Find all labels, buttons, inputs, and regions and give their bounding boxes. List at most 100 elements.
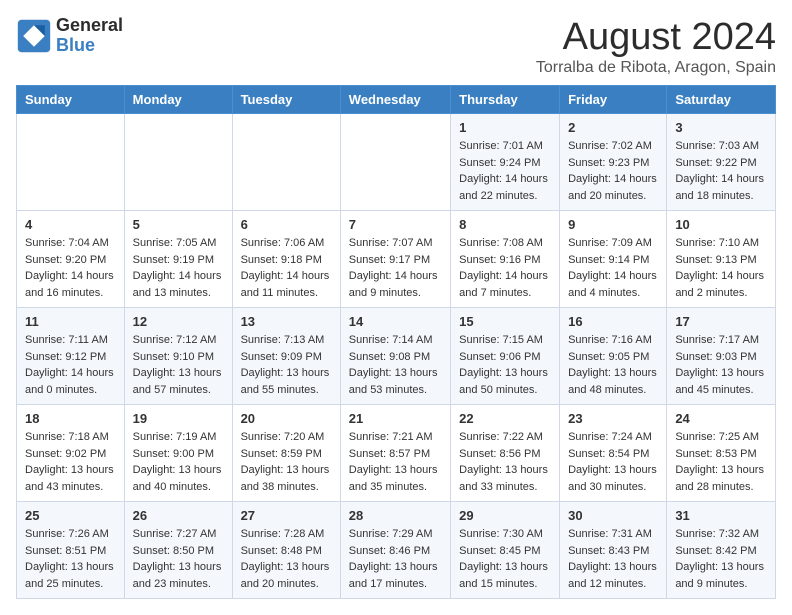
calendar-cell: 6Sunrise: 7:06 AM Sunset: 9:18 PM Daylig… (232, 211, 340, 308)
day-info: Sunrise: 7:19 AM Sunset: 9:00 PM Dayligh… (133, 429, 224, 495)
calendar-cell: 18 Sunrise: 7:18 AM Sunset: 9:02 PM Dayli… (17, 405, 125, 502)
header-row: SundayMondayTuesdayWednesdayThursdayFrid… (17, 86, 776, 114)
logo-text: General Blue (56, 16, 123, 56)
calendar-cell: 31 Sunrise: 7:32 AM Sunset: 8:42 PM Dayli… (667, 502, 776, 599)
header-day-friday: Friday (560, 86, 667, 114)
day-info: Sunrise: 7:25 AM Sunset: 8:53 PM Dayligh… (675, 429, 767, 495)
calendar-cell: 29 Sunrise: 7:30 AM Sunset: 8:45 PM Dayli… (451, 502, 560, 599)
day-number: 27 (241, 508, 332, 523)
week-row-5: 25 Sunrise: 7:26 AM Sunset: 8:51 PM Dayli… (17, 502, 776, 599)
day-number: 30 (568, 508, 658, 523)
calendar-cell (17, 114, 125, 211)
day-number: 10 (675, 217, 767, 232)
calendar-cell: 4Sunrise: 7:04 AM Sunset: 9:20 PM Daylig… (17, 211, 125, 308)
calendar-cell: 20 Sunrise: 7:20 AM Sunset: 8:59 PM Dayli… (232, 405, 340, 502)
calendar-cell: 2 Sunrise: 7:02 AM Sunset: 9:23 PM Daylig… (560, 114, 667, 211)
day-number: 17 (675, 314, 767, 329)
day-info: Sunrise: 7:16 AM Sunset: 9:05 PM Dayligh… (568, 332, 658, 398)
day-info: Sunrise: 7:20 AM Sunset: 8:59 PM Dayligh… (241, 429, 332, 495)
day-number: 9 (568, 217, 658, 232)
day-number: 24 (675, 411, 767, 426)
day-number: 8 (459, 217, 551, 232)
calendar-cell: 27 Sunrise: 7:28 AM Sunset: 8:48 PM Dayli… (232, 502, 340, 599)
header-day-wednesday: Wednesday (340, 86, 450, 114)
day-number: 25 (25, 508, 116, 523)
day-info: Sunrise: 7:22 AM Sunset: 8:56 PM Dayligh… (459, 429, 551, 495)
day-info: Sunrise: 7:31 AM Sunset: 8:43 PM Dayligh… (568, 526, 658, 592)
calendar-cell: 17 Sunrise: 7:17 AM Sunset: 9:03 PM Dayli… (667, 308, 776, 405)
calendar-cell: 5Sunrise: 7:05 AM Sunset: 9:19 PM Daylig… (124, 211, 232, 308)
day-info: Sunrise: 7:32 AM Sunset: 8:42 PM Dayligh… (675, 526, 767, 592)
day-number: 2 (568, 120, 658, 135)
day-info: Sunrise: 7:08 AM Sunset: 9:16 PM Dayligh… (459, 235, 551, 301)
calendar-cell: 3 Sunrise: 7:03 AM Sunset: 9:22 PM Daylig… (667, 114, 776, 211)
day-info: Sunrise: 7:17 AM Sunset: 9:03 PM Dayligh… (675, 332, 767, 398)
day-info: Sunrise: 7:11 AM Sunset: 9:12 PM Dayligh… (25, 332, 116, 398)
calendar-cell: 15 Sunrise: 7:15 AM Sunset: 9:06 PM Dayli… (451, 308, 560, 405)
header-day-sunday: Sunday (17, 86, 125, 114)
day-number: 31 (675, 508, 767, 523)
day-info: Sunrise: 7:15 AM Sunset: 9:06 PM Dayligh… (459, 332, 551, 398)
day-info: Sunrise: 7:03 AM Sunset: 9:22 PM Dayligh… (675, 138, 767, 204)
day-number: 7 (349, 217, 442, 232)
day-number: 12 (133, 314, 224, 329)
logo-line1: General (56, 16, 123, 36)
day-number: 3 (675, 120, 767, 135)
calendar-cell: 21 Sunrise: 7:21 AM Sunset: 8:57 PM Dayli… (340, 405, 450, 502)
header-day-monday: Monday (124, 86, 232, 114)
day-number: 21 (349, 411, 442, 426)
calendar-cell: 8 Sunrise: 7:08 AM Sunset: 9:16 PM Daylig… (451, 211, 560, 308)
calendar-cell: 23 Sunrise: 7:24 AM Sunset: 8:54 PM Dayli… (560, 405, 667, 502)
logo-line2: Blue (56, 36, 123, 56)
day-info: Sunrise: 7:10 AM Sunset: 9:13 PM Dayligh… (675, 235, 767, 301)
day-info: Sunrise: 7:13 AM Sunset: 9:09 PM Dayligh… (241, 332, 332, 398)
day-number: 16 (568, 314, 658, 329)
calendar-cell: 10 Sunrise: 7:10 AM Sunset: 9:13 PM Dayli… (667, 211, 776, 308)
day-number: 23 (568, 411, 658, 426)
calendar-cell: 22 Sunrise: 7:22 AM Sunset: 8:56 PM Dayli… (451, 405, 560, 502)
day-number: 14 (349, 314, 442, 329)
calendar-cell: 25 Sunrise: 7:26 AM Sunset: 8:51 PM Dayli… (17, 502, 125, 599)
day-info: Sunrise: 7:28 AM Sunset: 8:48 PM Dayligh… (241, 526, 332, 592)
calendar-cell: 24 Sunrise: 7:25 AM Sunset: 8:53 PM Dayli… (667, 405, 776, 502)
day-number: 22 (459, 411, 551, 426)
day-number: 28 (349, 508, 442, 523)
calendar-cell: 13Sunrise: 7:13 AM Sunset: 9:09 PM Dayli… (232, 308, 340, 405)
calendar-cell: 28 Sunrise: 7:29 AM Sunset: 8:46 PM Dayli… (340, 502, 450, 599)
day-number: 20 (241, 411, 332, 426)
day-info: Sunrise: 7:04 AM Sunset: 9:20 PM Dayligh… (25, 235, 116, 301)
calendar-cell: 19 Sunrise: 7:19 AM Sunset: 9:00 PM Dayli… (124, 405, 232, 502)
calendar-cell: 16 Sunrise: 7:16 AM Sunset: 9:05 PM Dayli… (560, 308, 667, 405)
calendar-cell: 14 Sunrise: 7:14 AM Sunset: 9:08 PM Dayli… (340, 308, 450, 405)
calendar-cell: 12 Sunrise: 7:12 AM Sunset: 9:10 PM Dayli… (124, 308, 232, 405)
day-info: Sunrise: 7:24 AM Sunset: 8:54 PM Dayligh… (568, 429, 658, 495)
day-info: Sunrise: 7:07 AM Sunset: 9:17 PM Dayligh… (349, 235, 442, 301)
day-info: Sunrise: 7:18 AM Sunset: 9:02 PM Dayligh… (25, 429, 116, 495)
day-number: 18 (25, 411, 116, 426)
day-number: 29 (459, 508, 551, 523)
day-info: Sunrise: 7:14 AM Sunset: 9:08 PM Dayligh… (349, 332, 442, 398)
day-info: Sunrise: 7:26 AM Sunset: 8:51 PM Dayligh… (25, 526, 116, 592)
day-info: Sunrise: 7:01 AM Sunset: 9:24 PM Dayligh… (459, 138, 551, 204)
calendar-cell: 11 Sunrise: 7:11 AM Sunset: 9:12 PM Dayli… (17, 308, 125, 405)
day-number: 15 (459, 314, 551, 329)
logo: General Blue (16, 16, 123, 56)
day-number: 11 (25, 314, 116, 329)
logo-icon (16, 18, 52, 54)
day-number: 19 (133, 411, 224, 426)
day-number: 26 (133, 508, 224, 523)
calendar-cell: 7 Sunrise: 7:07 AM Sunset: 9:17 PM Daylig… (340, 211, 450, 308)
day-info: Sunrise: 7:05 AM Sunset: 9:19 PM Dayligh… (133, 235, 224, 301)
calendar-cell: 26Sunrise: 7:27 AM Sunset: 8:50 PM Dayli… (124, 502, 232, 599)
day-info: Sunrise: 7:12 AM Sunset: 9:10 PM Dayligh… (133, 332, 224, 398)
day-info: Sunrise: 7:02 AM Sunset: 9:23 PM Dayligh… (568, 138, 658, 204)
calendar-cell (124, 114, 232, 211)
day-info: Sunrise: 7:29 AM Sunset: 8:46 PM Dayligh… (349, 526, 442, 592)
header-day-saturday: Saturday (667, 86, 776, 114)
calendar-table: SundayMondayTuesdayWednesdayThursdayFrid… (16, 85, 776, 599)
week-row-1: 1Sunrise: 7:01 AM Sunset: 9:24 PM Daylig… (17, 114, 776, 211)
day-info: Sunrise: 7:06 AM Sunset: 9:18 PM Dayligh… (241, 235, 332, 301)
calendar-cell: 1Sunrise: 7:01 AM Sunset: 9:24 PM Daylig… (451, 114, 560, 211)
day-info: Sunrise: 7:21 AM Sunset: 8:57 PM Dayligh… (349, 429, 442, 495)
day-info: Sunrise: 7:30 AM Sunset: 8:45 PM Dayligh… (459, 526, 551, 592)
